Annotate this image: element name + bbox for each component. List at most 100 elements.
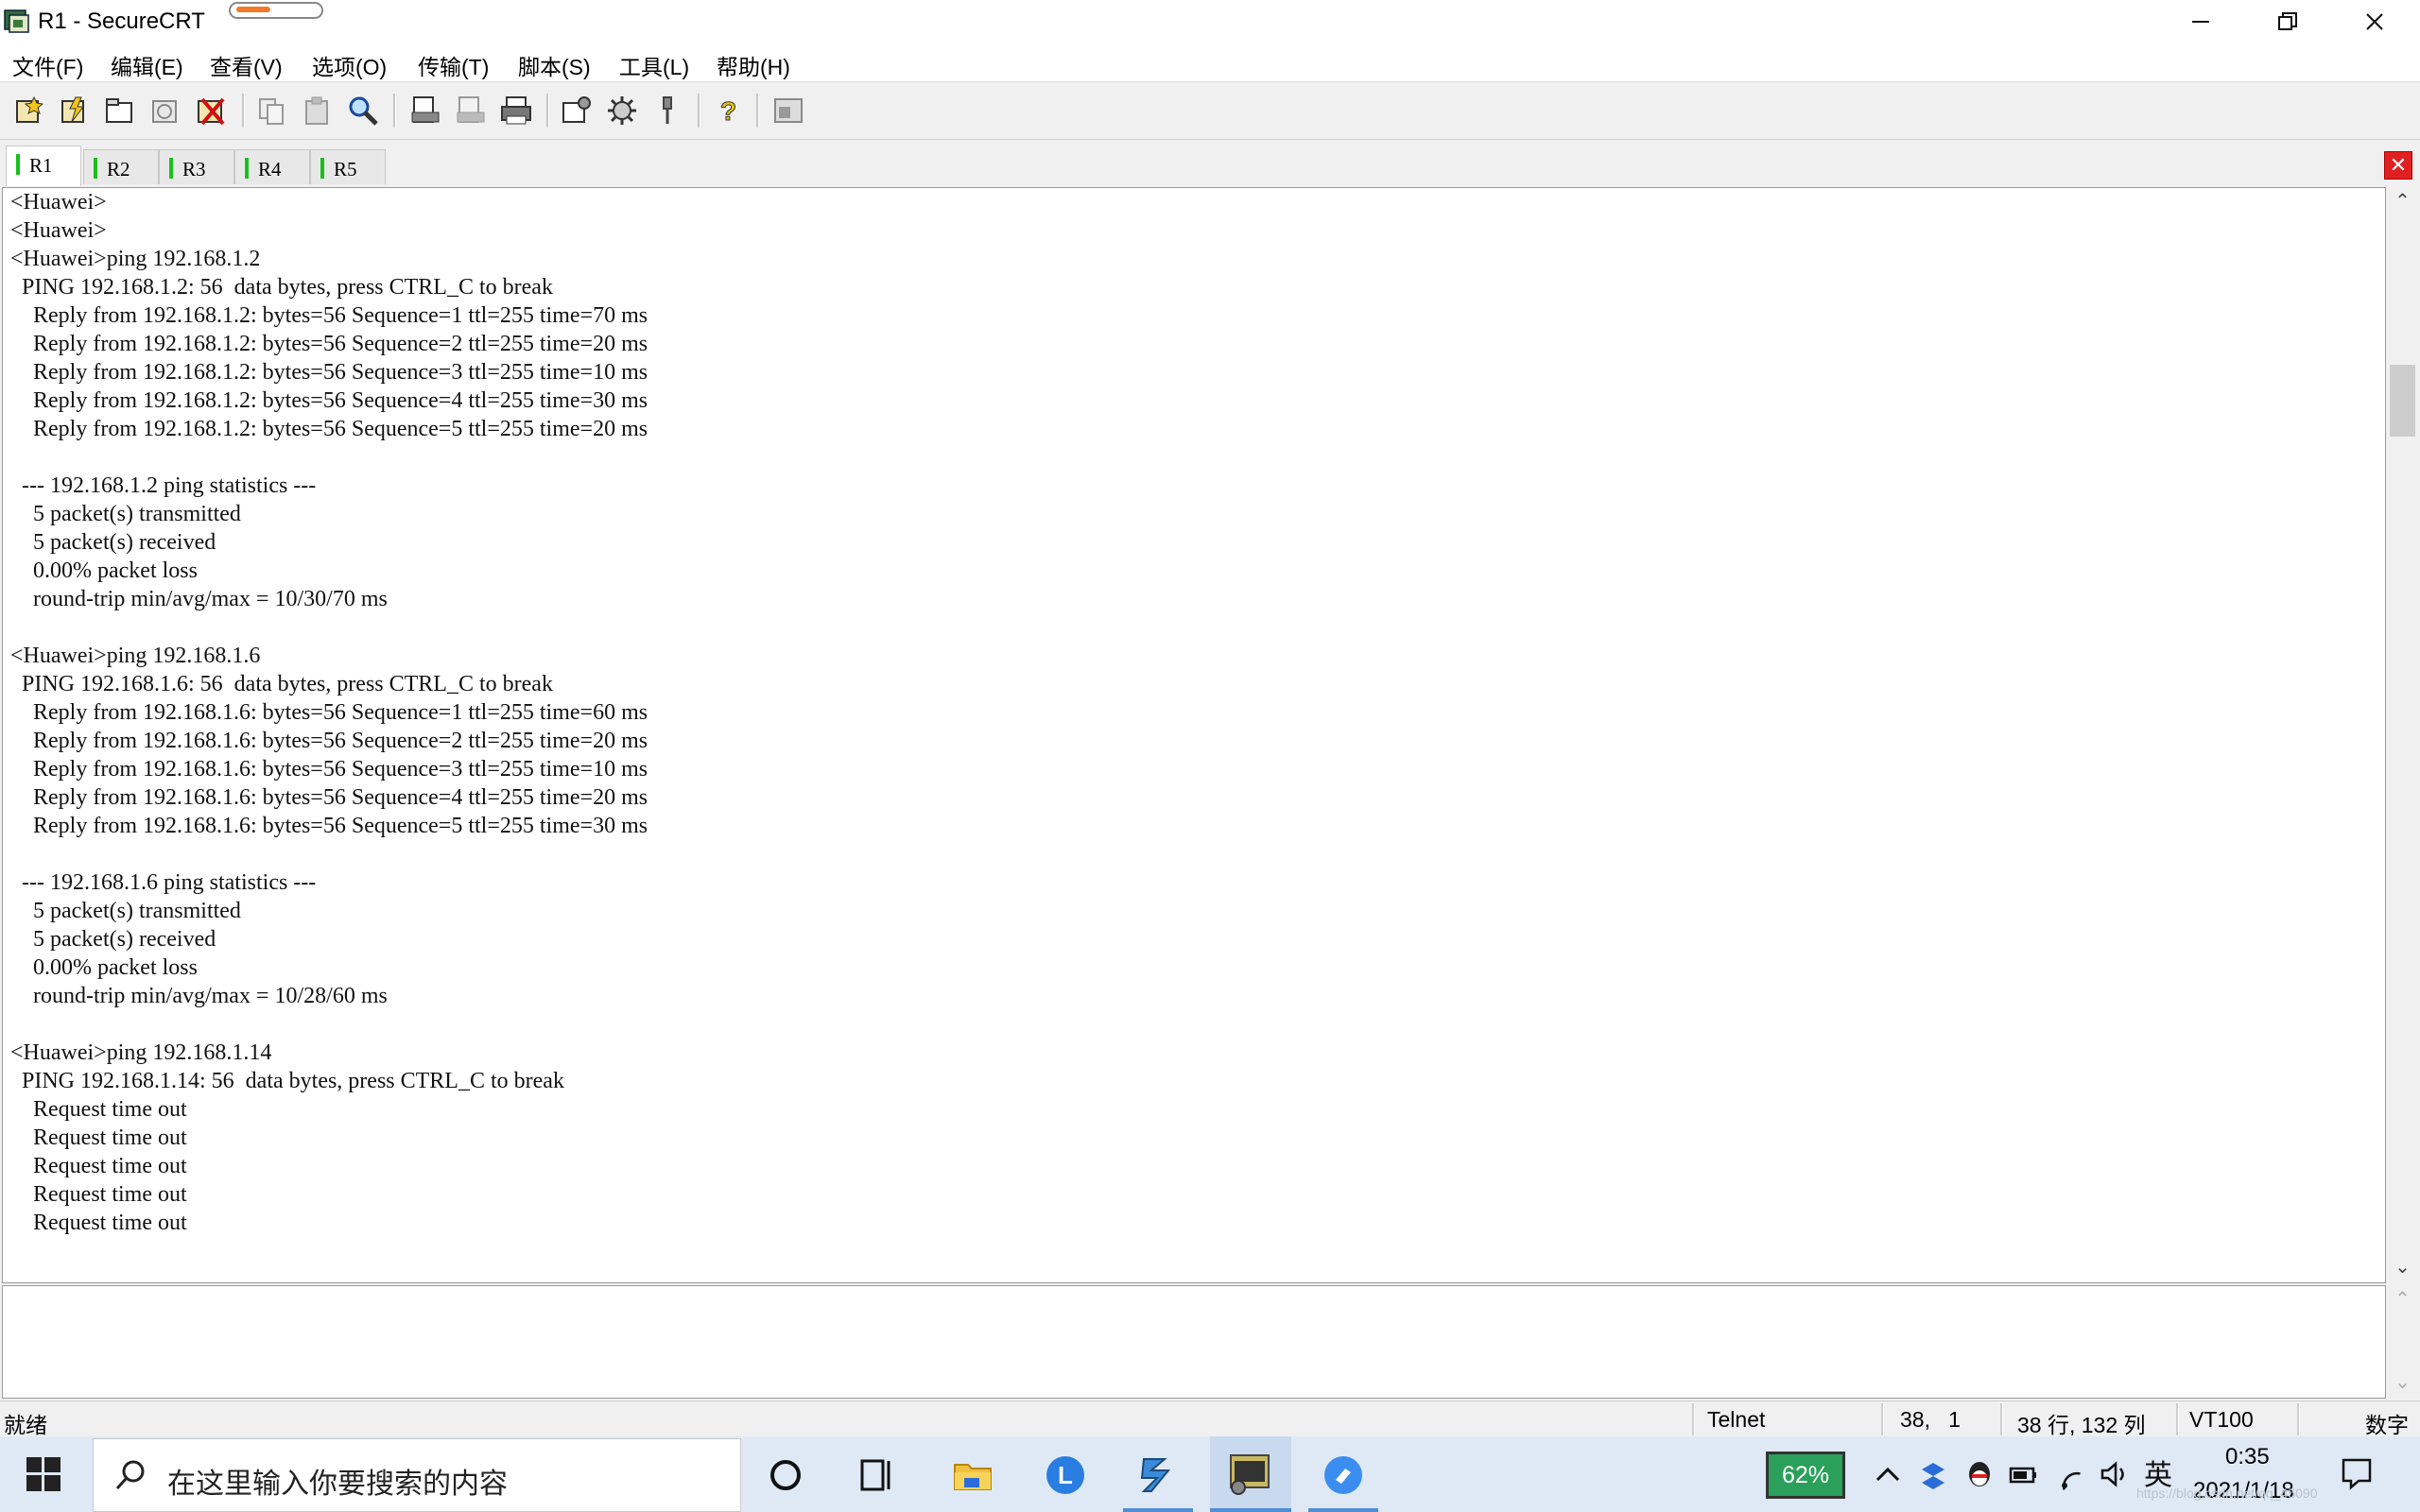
scrollbar-thumb[interactable] — [2390, 365, 2415, 437]
lark-l-icon[interactable]: L — [1044, 1453, 1087, 1497]
print-icon[interactable] — [499, 94, 533, 128]
search-placeholder: 在这里输入你要搜索的内容 — [167, 1469, 508, 1500]
menu-edit[interactable]: 编辑(E) — [111, 49, 183, 81]
terminal-scrollbar[interactable]: ⌃ ⌄ — [2387, 187, 2418, 1281]
securecrt-app-icon — [4, 9, 29, 33]
quick-connect-icon[interactable] — [59, 94, 93, 128]
connect-in-tab-icon[interactable] — [104, 94, 138, 128]
menu-view[interactable]: 查看(V) — [210, 49, 283, 81]
find-icon[interactable] — [346, 94, 380, 128]
terminal-text: <Huawei> <Huawei> <Huawei>ping 192.168.1… — [10, 190, 648, 1235]
minimize-button[interactable] — [2157, 0, 2244, 43]
status-protocol: Telnet — [1707, 1407, 1766, 1432]
status-cursor: 38, 1 — [1900, 1407, 1961, 1432]
print-selection-icon[interactable] — [454, 94, 488, 128]
feishu-running-indicator — [1308, 1508, 1378, 1512]
toolbar-separator — [698, 94, 700, 128]
scroll-down-icon[interactable]: ⌄ — [2387, 1368, 2418, 1397]
menu-options[interactable]: 选项(O) — [312, 49, 387, 81]
status-divider — [2000, 1403, 2003, 1435]
dropbox-icon[interactable] — [1917, 1459, 1949, 1491]
file-explorer-icon[interactable] — [951, 1453, 994, 1497]
toolbar-separator — [393, 94, 396, 128]
svg-text:?: ? — [720, 96, 736, 126]
disconnect-icon[interactable] — [195, 94, 229, 128]
securecrt-app-icon — [1230, 1454, 1270, 1495]
sftp-icon[interactable] — [771, 94, 805, 128]
session-options-icon[interactable] — [560, 94, 594, 128]
status-emulation: VT100 — [2189, 1407, 2254, 1432]
notification-center-icon[interactable] — [2339, 1455, 2375, 1491]
scroll-up-icon[interactable]: ⌃ — [2387, 187, 2418, 215]
toolbar-separator — [756, 94, 759, 128]
close-icon — [2366, 13, 2383, 30]
status-ready: 就绪 — [4, 1413, 47, 1437]
terminal-output[interactable]: <Huawei> <Huawei> <Huawei>ping 192.168.1… — [2, 187, 2386, 1283]
help-icon[interactable]: ? — [711, 94, 745, 128]
close-tab-button[interactable]: ✕ — [2384, 151, 2412, 180]
watermark: https://blog.csdn.net/qq_45090 — [2136, 1486, 2318, 1501]
menu-transfer[interactable]: 传输(T) — [418, 49, 489, 81]
status-divider — [1692, 1403, 1695, 1435]
menu-bar: 文件(F) 编辑(E) 查看(V) 选项(O) 传输(T) 脚本(S) 工具(L… — [0, 43, 2420, 82]
toolbar-separator — [546, 94, 549, 128]
tab-r5[interactable]: R5 — [310, 149, 386, 184]
status-divider — [1881, 1403, 1884, 1435]
windows-start-icon[interactable] — [26, 1457, 60, 1491]
reconnect-icon[interactable] — [149, 94, 183, 128]
cortana-icon[interactable] — [764, 1453, 807, 1497]
tab-status-marker — [245, 158, 249, 179]
windows-taskbar: 在这里输入你要搜索的内容 L 62% 英 0:35 2021/1/18 — [0, 1436, 2420, 1512]
tab-label: R4 — [258, 158, 282, 180]
tab-label: R3 — [182, 158, 206, 180]
keymap-icon[interactable] — [650, 94, 684, 128]
close-window-button[interactable] — [2331, 0, 2418, 43]
tab-label: R1 — [29, 154, 53, 177]
securecrt-window: R1 - SecureCRT 文件(F) 编辑(E) 查看(V) 选项(O) 传… — [0, 0, 2420, 1437]
window-title: R1 - SecureCRT — [38, 9, 205, 34]
global-options-icon[interactable] — [605, 94, 639, 128]
tab-status-marker — [169, 158, 173, 179]
status-divider — [2176, 1403, 2179, 1435]
scroll-up-icon[interactable]: ⌃ — [2387, 1285, 2418, 1314]
battery-percent: 62% — [1781, 1462, 1830, 1488]
menu-help[interactable]: 帮助(H) — [717, 49, 790, 81]
menu-file[interactable]: 文件(F) — [12, 49, 83, 81]
wifi-icon[interactable] — [2055, 1457, 2089, 1491]
minimize-icon — [2192, 21, 2209, 23]
ensp-icon[interactable] — [1136, 1453, 1180, 1497]
paste-icon[interactable] — [301, 94, 335, 128]
clock-time[interactable]: 0:35 — [2225, 1444, 2270, 1470]
print-setup-icon[interactable] — [408, 94, 442, 128]
tab-r4[interactable]: R4 — [234, 149, 310, 184]
tab-status-marker — [16, 154, 20, 175]
toolbar: ? — [0, 82, 2420, 140]
menu-tools[interactable]: 工具(L) — [619, 49, 689, 81]
command-window-input[interactable] — [2, 1285, 2386, 1399]
tab-r1[interactable]: R1 — [6, 146, 81, 186]
restore-button[interactable] — [2244, 0, 2331, 43]
volume-icon[interactable] — [2099, 1457, 2133, 1491]
title-bar[interactable]: R1 - SecureCRT — [0, 0, 2420, 43]
menu-script[interactable]: 脚本(S) — [518, 49, 591, 81]
securecrt-running-indicator — [1210, 1508, 1291, 1512]
tab-r2[interactable]: R2 — [83, 149, 159, 184]
status-bar: 就绪 Telnet 38, 1 38 行, 132 列 VT100 数字 — [0, 1400, 2420, 1437]
securecrt-taskbar-button[interactable] — [1210, 1436, 1291, 1512]
tab-status-marker — [320, 158, 324, 179]
connect-icon[interactable] — [13, 94, 47, 128]
tab-r3[interactable]: R3 — [159, 149, 234, 184]
task-view-icon[interactable] — [855, 1453, 898, 1497]
copy-icon[interactable] — [255, 94, 289, 128]
show-hidden-icons-chevron-icon[interactable] — [1872, 1459, 1904, 1491]
feishu-icon[interactable] — [1322, 1453, 1365, 1497]
svg-text:L: L — [1058, 1461, 1073, 1489]
battery-status-icon[interactable] — [2008, 1461, 2040, 1489]
taskbar-search-box[interactable]: 在这里输入你要搜索的内容 — [93, 1438, 741, 1512]
battery-indicator[interactable]: 62% — [1766, 1452, 1845, 1499]
command-window-scrollbar[interactable]: ⌃ ⌄ — [2387, 1285, 2418, 1397]
qq-icon[interactable] — [1962, 1457, 1996, 1491]
tab-label: R5 — [334, 158, 357, 180]
scroll-down-icon[interactable]: ⌄ — [2387, 1253, 2418, 1281]
status-size: 38 行, 132 列 — [2017, 1413, 2146, 1437]
